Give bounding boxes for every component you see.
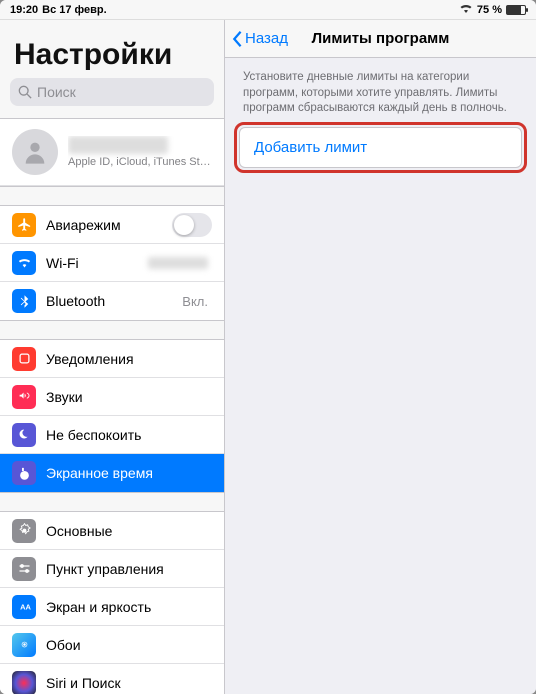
sidebar-item-label: Авиарежим [46,217,172,233]
sidebar-item-label: Siri и Поиск [46,675,212,691]
wifi-icon [459,3,473,16]
sounds-icon [12,385,36,409]
detail-description: Установите дневные лимиты на категории п… [239,70,522,117]
dnd-icon [12,423,36,447]
sidebar-item-bluetooth[interactable]: Bluetooth Вкл. [0,282,224,320]
airplane-icon [12,213,36,237]
detail-pane: Назад Лимиты программ Установите дневные… [225,20,536,694]
bluetooth-value: Вкл. [182,294,208,309]
search-input[interactable]: Поиск [10,78,214,106]
sidebar-item-label: Основные [46,523,212,539]
sidebar-item-wifi[interactable]: Wi-Fi [0,244,224,282]
detail-header: Назад Лимиты программ [225,20,536,58]
display-icon: AA [12,595,36,619]
siri-icon [12,671,36,694]
apple-id-row[interactable]: Apple ID, iCloud, iTunes Store и A… [0,119,224,186]
wallpaper-icon [12,633,36,657]
battery-icon [506,5,526,15]
search-placeholder: Поиск [37,84,76,100]
chevron-left-icon [231,30,243,48]
status-time: 19:20 [10,4,38,16]
sidebar-item-label: Звуки [46,389,212,405]
settings-title: Настройки [0,20,224,78]
sidebar-item-notifications[interactable]: Уведомления [0,340,224,378]
back-label: Назад [245,30,288,47]
account-name-blurred [68,136,168,154]
sidebar-item-label: Экранное время [46,465,212,481]
screentime-icon [12,461,36,485]
settings-sidebar[interactable]: Настройки Поиск Apple ID, iCloud, iTunes… [0,20,225,694]
sidebar-item-label: Bluetooth [46,293,182,309]
sidebar-item-wallpaper[interactable]: Обои [0,626,224,664]
general-icon [12,519,36,543]
sidebar-item-general[interactable]: Основные [0,512,224,550]
add-limit-button[interactable]: Добавить лимит [240,128,521,167]
back-button[interactable]: Назад [225,30,288,48]
account-subtitle: Apple ID, iCloud, iTunes Store и A… [68,156,212,168]
search-icon [18,85,32,99]
sidebar-item-airplane[interactable]: Авиарежим [0,206,224,244]
sidebar-item-label: Wi-Fi [46,255,148,271]
device-frame: 19:20 Вс 17 февр. 75 % Настройки Поиск [0,0,536,694]
sidebar-item-display[interactable]: AA Экран и яркость [0,588,224,626]
control-icon [12,557,36,581]
battery-pct: 75 % [477,4,502,16]
sidebar-item-siri[interactable]: Siri и Поиск [0,664,224,694]
sidebar-item-control[interactable]: Пункт управления [0,550,224,588]
svg-text:AA: AA [20,603,31,612]
notifications-icon [12,347,36,371]
sidebar-item-label: Обои [46,637,212,653]
sidebar-item-label: Пункт управления [46,561,212,577]
sidebar-item-label: Уведомления [46,351,212,367]
wifi-value-blurred [148,257,208,269]
sidebar-item-screentime[interactable]: Экранное время [0,454,224,492]
sidebar-item-sounds[interactable]: Звуки [0,378,224,416]
avatar-icon [12,129,58,175]
bluetooth-icon [12,289,36,313]
sidebar-item-label: Не беспокоить [46,427,212,443]
sidebar-item-label: Экран и яркость [46,599,212,615]
wifi-icon [12,251,36,275]
status-date: Вс 17 февр. [42,4,107,16]
airplane-toggle[interactable] [172,213,212,237]
status-bar: 19:20 Вс 17 февр. 75 % [0,0,536,20]
sidebar-item-dnd[interactable]: Не беспокоить [0,416,224,454]
